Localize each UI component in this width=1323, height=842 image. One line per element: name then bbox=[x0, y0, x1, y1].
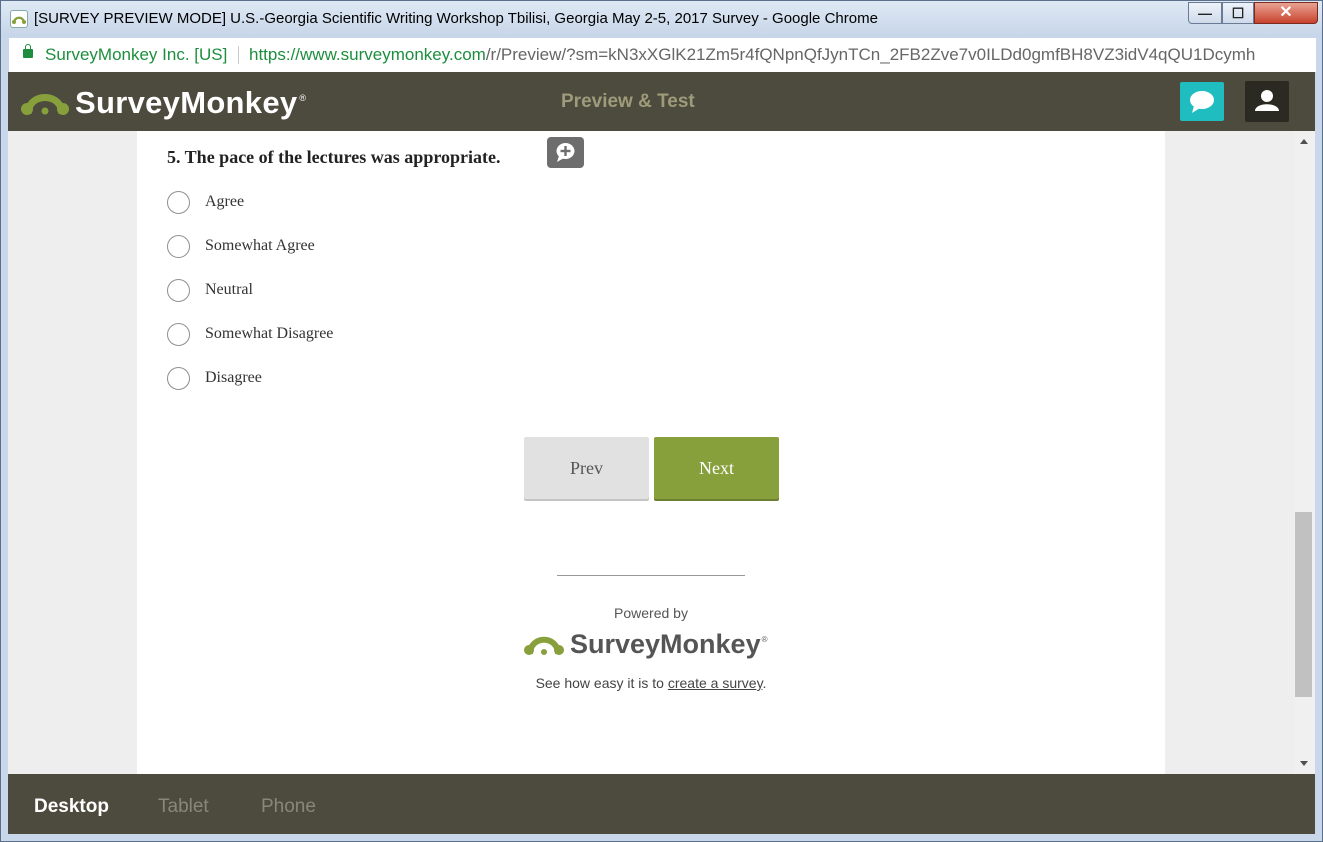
address-bar[interactable]: SurveyMonkey Inc. [US] https://www.surve… bbox=[9, 38, 1316, 73]
scrollbar-thumb[interactable] bbox=[1295, 512, 1312, 697]
title-bar: [SURVEY PREVIEW MODE] U.S.-Georgia Scien… bbox=[1, 1, 1322, 37]
minimize-icon: — bbox=[1198, 5, 1212, 21]
url-host: https://www.surveymonkey.com bbox=[249, 45, 486, 64]
site-identity[interactable]: SurveyMonkey Inc. [US] bbox=[45, 45, 227, 65]
radio-button[interactable] bbox=[167, 279, 190, 302]
footer-surveymonkey-logo-icon[interactable] bbox=[523, 629, 565, 664]
device-tab-tablet[interactable]: Tablet bbox=[158, 796, 209, 818]
preview-title: Preview & Test bbox=[561, 91, 695, 112]
radio-button[interactable] bbox=[167, 323, 190, 346]
scroll-down-arrow-icon[interactable] bbox=[1300, 761, 1308, 766]
scroll-up-arrow-icon[interactable] bbox=[1300, 139, 1308, 144]
feedback-chat-button[interactable] bbox=[1180, 82, 1224, 121]
option-label[interactable]: Agree bbox=[205, 193, 244, 211]
window-title: [SURVEY PREVIEW MODE] U.S.-Georgia Scien… bbox=[34, 10, 878, 27]
account-button[interactable] bbox=[1245, 81, 1289, 122]
device-tab-phone[interactable]: Phone bbox=[261, 796, 316, 818]
option-label[interactable]: Disagree bbox=[205, 369, 262, 387]
create-survey-link[interactable]: create a survey bbox=[668, 675, 763, 691]
radio-button[interactable] bbox=[167, 191, 190, 214]
footer-surveymonkey-wordmark[interactable]: SurveyMonkey® bbox=[570, 629, 768, 660]
add-comment-button[interactable] bbox=[547, 137, 584, 168]
device-tab-desktop[interactable]: Desktop bbox=[34, 796, 109, 818]
question-title: 5. The pace of the lectures was appropri… bbox=[167, 147, 501, 167]
maximize-button[interactable]: ☐ bbox=[1222, 2, 1254, 24]
maximize-icon: ☐ bbox=[1231, 5, 1245, 21]
close-icon: ✕ bbox=[1279, 4, 1293, 21]
vertical-scrollbar[interactable] bbox=[1294, 131, 1315, 774]
footer-divider bbox=[557, 575, 745, 576]
minimize-button[interactable]: — bbox=[1188, 2, 1222, 24]
chat-bubble-icon bbox=[1190, 91, 1214, 113]
wordmark-text: SurveyMonkey bbox=[75, 85, 298, 120]
radio-button[interactable] bbox=[167, 367, 190, 390]
close-button[interactable]: ✕ bbox=[1254, 2, 1318, 24]
user-icon bbox=[1255, 90, 1279, 111]
next-button[interactable]: Next bbox=[654, 437, 779, 499]
footer-registered-mark: ® bbox=[761, 635, 768, 644]
tagline-prefix: See how easy it is to bbox=[535, 675, 668, 691]
device-toolbar: Desktop Tablet Phone bbox=[8, 774, 1315, 834]
surveymonkey-header: SurveyMonkey ® Preview & Test bbox=[8, 72, 1315, 131]
surveymonkey-logo-icon[interactable] bbox=[20, 84, 70, 125]
radio-button[interactable] bbox=[167, 235, 190, 258]
url-path: /r/Preview/?sm=kN3xXGlK21Zm5r4fQNpnQfJyn… bbox=[485, 45, 1256, 64]
powered-by-label: Powered by bbox=[614, 605, 688, 621]
add-comment-icon bbox=[556, 143, 575, 162]
address-divider bbox=[238, 46, 239, 64]
lock-icon[interactable] bbox=[23, 44, 33, 58]
prev-button[interactable]: Prev bbox=[524, 437, 649, 499]
footer-wordmark-text: SurveyMonkey bbox=[570, 629, 761, 659]
tagline-suffix: . bbox=[762, 675, 767, 691]
url-text[interactable]: https://www.surveymonkey.com/r/Preview/?… bbox=[249, 45, 1255, 65]
option-label[interactable]: Somewhat Agree bbox=[205, 237, 315, 255]
option-label[interactable]: Somewhat Disagree bbox=[205, 325, 333, 343]
registered-mark: ® bbox=[299, 93, 307, 103]
surveymonkey-favicon-icon bbox=[10, 10, 28, 28]
surveymonkey-wordmark[interactable]: SurveyMonkey ® bbox=[75, 85, 306, 121]
option-label[interactable]: Neutral bbox=[205, 281, 253, 299]
footer-tagline: See how easy it is to create a survey. bbox=[451, 675, 851, 691]
